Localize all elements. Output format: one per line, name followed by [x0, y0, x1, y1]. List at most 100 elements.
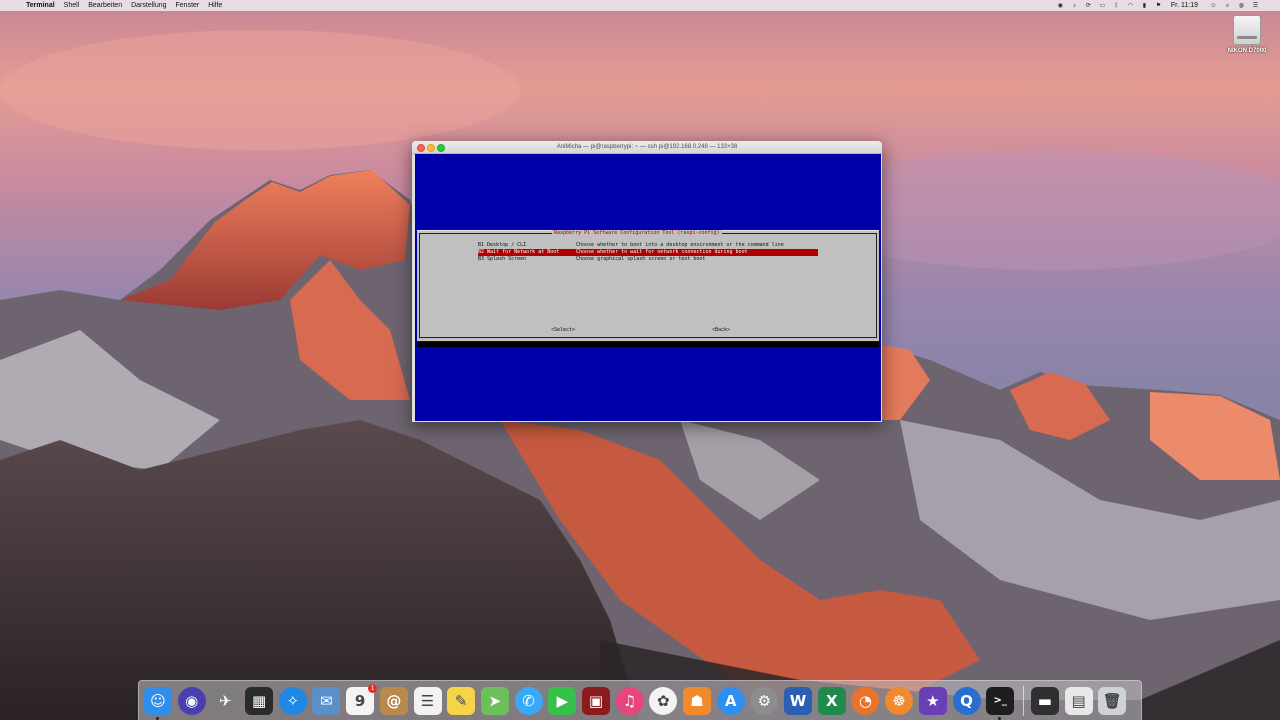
dock-item-minimized-window[interactable]: ▬ [1030, 686, 1060, 716]
siri-icon[interactable]: ◍ [1237, 2, 1246, 10]
dock-item-quicktime[interactable]: Q [952, 686, 982, 716]
option-name: B2 Wait for Network at Boot [478, 249, 560, 255]
sync-icon[interactable]: ⟳ [1084, 2, 1093, 10]
option-list: B1 Desktop / CLI Choose whether to boot … [478, 242, 818, 263]
dialog-title: Raspberry Pi Software Configuration Tool… [552, 230, 722, 237]
bluetooth-icon[interactable]: ᛒ [1112, 2, 1121, 10]
dock-item-messages[interactable]: ✆ [514, 686, 544, 716]
dock-item-trash[interactable]: 🗑 [1097, 686, 1127, 716]
dock-item-calendar[interactable]: 91 [345, 683, 378, 716]
safari-icon: ✧ [278, 686, 307, 715]
dock-item-notes[interactable]: ✎ [446, 686, 476, 716]
quicktime-icon: Q [952, 686, 981, 715]
trash-icon: 🗑 [1098, 686, 1127, 715]
dock-item-contacts[interactable]: @ [379, 686, 409, 716]
window-title: AniMicha — pi@raspberrypi: ~ — ssh pi@19… [556, 144, 738, 150]
terminal-icon: >_ [986, 686, 1015, 715]
dock-separator [1022, 685, 1024, 716]
spotlight-icon[interactable]: ⌕ [1223, 2, 1232, 10]
record-icon[interactable]: ◉ [1056, 2, 1065, 10]
finder-icon: ☺ [144, 686, 172, 715]
dock-item-terminal[interactable]: >_ [985, 686, 1015, 720]
dock-item-system-preferences[interactable]: ⚙ [749, 686, 779, 716]
dock-item-facetime[interactable]: ▶ [547, 686, 577, 716]
messages-icon: ✆ [514, 686, 543, 715]
menubar-clock[interactable]: Fr. 11:19 [1171, 2, 1198, 9]
app-store-icon: A [716, 686, 745, 715]
wifi-icon[interactable]: ◠ [1126, 2, 1135, 10]
mail-icon: ✉ [312, 686, 341, 715]
user-icon[interactable]: ☺ [1209, 2, 1218, 10]
volume-icon[interactable]: ♪ [1070, 2, 1079, 10]
minimized-window-icon: ▬ [1030, 686, 1059, 715]
battery-icon[interactable]: ▮ [1140, 2, 1149, 10]
option-description: Choose graphical splash screen or text b… [576, 256, 706, 262]
dock-item-vpn[interactable]: ☸ [884, 686, 914, 716]
dock-item-safari[interactable]: ✧ [278, 686, 308, 716]
dock-item-mail[interactable]: ✉ [311, 686, 341, 716]
dock-item-excel[interactable]: X [817, 686, 847, 716]
option-b1[interactable]: B1 Desktop / CLI Choose whether to boot … [478, 242, 818, 249]
facetime-icon: ▶ [548, 686, 577, 715]
photos-icon: ✿ [649, 686, 678, 715]
firefox-icon: ◔ [851, 686, 880, 715]
select-button[interactable]: <Select> [551, 327, 575, 334]
maps-icon: ➤ [480, 686, 509, 715]
dock-item-ibooks[interactable]: ☗ [682, 686, 712, 716]
launchpad-icon: ✈ [211, 686, 240, 715]
dock-item-imovie[interactable]: ★ [918, 686, 948, 716]
menu-bar: Terminal Shell Bearbeiten Darstellung Fe… [0, 0, 1280, 11]
menu-hilfe[interactable]: Hilfe [208, 0, 222, 11]
notification-badge: 1 [368, 683, 378, 693]
menu-fenster[interactable]: Fenster [176, 0, 200, 11]
option-name: B1 Desktop / CLI [478, 242, 527, 248]
menu-shell[interactable]: Shell [64, 0, 80, 11]
option-description: Choose whether to boot into a desktop en… [576, 242, 784, 248]
dock-item-finder[interactable]: ☺ [143, 686, 173, 720]
dock: ☺ ◉ ✈ ▦ ✧ ✉ 9 1 @ ☰ ✎ ➤ ✆ ▶ ▣ ♫ ✿ ☗ A ⚙ W X ◔ ☸ ★ Q >_ ▬ ▤ 🗑 [138, 680, 1142, 720]
running-indicator [998, 716, 1002, 720]
menu-terminal[interactable]: Terminal [26, 0, 55, 11]
dock-item-word[interactable]: W [783, 686, 813, 716]
dock-item-document-preview[interactable]: ▤ [1064, 686, 1094, 716]
dock-item-photo-booth[interactable]: ▣ [581, 686, 611, 716]
airplay-icon[interactable]: ▭ [1098, 2, 1107, 10]
option-description: Choose whether to wait for network conne… [576, 249, 748, 255]
notification-icon[interactable]: ☰ [1251, 2, 1260, 10]
raspi-config-dialog: Raspberry Pi Software Configuration Tool… [417, 230, 879, 341]
notes-icon: ✎ [447, 686, 476, 715]
status-area: ◉ ♪ ⟳ ▭ ᛒ ◠ ▮ ⚑ Fr. 11:19 ☺ ⌕ ◍ ☰ [1051, 0, 1260, 11]
option-b3[interactable]: B3 Splash Screen Choose graphical splash… [478, 256, 818, 263]
contacts-icon: @ [379, 686, 408, 715]
reminders-icon: ☰ [413, 686, 442, 715]
dock-item-photos[interactable]: ✿ [648, 686, 678, 716]
flag-icon[interactable]: ⚑ [1154, 2, 1163, 10]
back-button[interactable]: <Back> [712, 327, 730, 334]
dock-item-reminders[interactable]: ☰ [413, 686, 443, 716]
ibooks-icon: ☗ [683, 686, 711, 715]
system-preferences-icon: ⚙ [750, 686, 779, 715]
dock-item-siri[interactable]: ◉ [177, 686, 207, 716]
drive-label: NIKON D7000 [1227, 48, 1267, 54]
window-titlebar[interactable]: AniMicha — pi@raspberrypi: ~ — ssh pi@19… [412, 141, 882, 154]
terminal-content[interactable]: Raspberry Pi Software Configuration Tool… [415, 154, 881, 421]
dock-item-launchpad[interactable]: ✈ [210, 686, 240, 716]
dock-item-mission-control[interactable]: ▦ [244, 686, 274, 716]
excel-icon: X [817, 686, 846, 715]
terminal-window[interactable]: AniMicha — pi@raspberrypi: ~ — ssh pi@19… [412, 141, 882, 422]
word-icon: W [784, 686, 813, 715]
siri-icon: ◉ [177, 686, 206, 715]
menu-darstellung[interactable]: Darstellung [131, 0, 166, 11]
mission-control-icon: ▦ [245, 686, 274, 715]
dialog-shadow [417, 342, 879, 347]
option-b2[interactable]: B2 Wait for Network at Boot Choose wheth… [478, 249, 818, 256]
desktop-drive[interactable]: NIKON D7000 [1222, 15, 1272, 65]
document-preview-icon: ▤ [1064, 686, 1093, 715]
menu-bearbeiten[interactable]: Bearbeiten [88, 0, 122, 11]
itunes-icon: ♫ [615, 686, 644, 715]
dock-item-firefox[interactable]: ◔ [850, 686, 880, 716]
dock-item-app-store[interactable]: A [716, 686, 746, 716]
dock-item-itunes[interactable]: ♫ [615, 686, 645, 716]
running-indicator [156, 716, 159, 720]
dock-item-maps[interactable]: ➤ [480, 686, 510, 716]
